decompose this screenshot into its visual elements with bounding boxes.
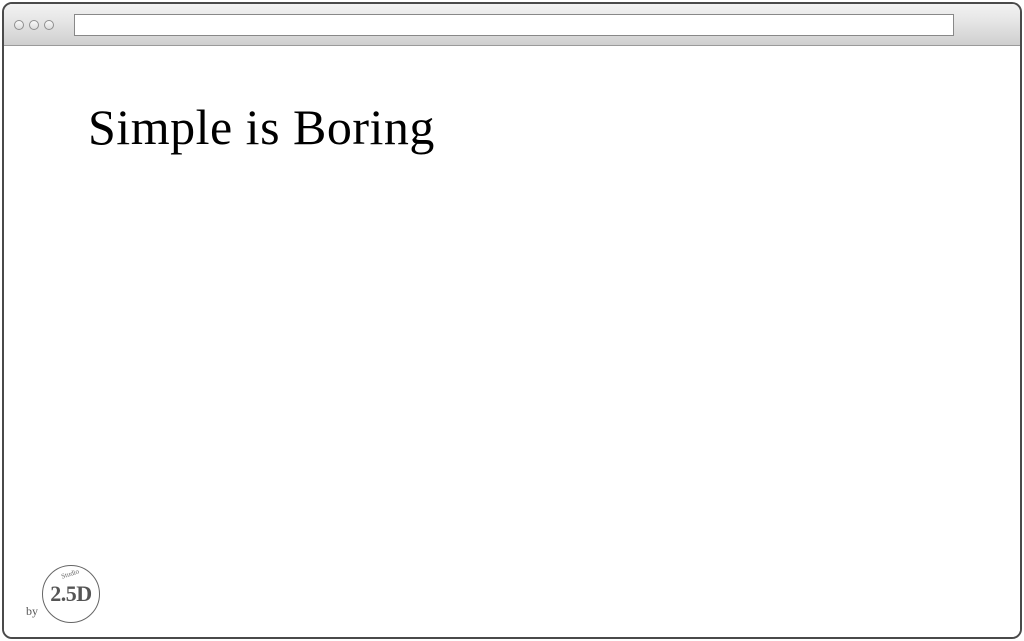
credit-by-label: by [26,604,38,619]
browser-titlebar [4,4,1020,46]
page-headline: Simple is Boring [88,98,936,156]
credit-block: by Studio 2.5D [26,565,100,623]
minimize-window-icon[interactable] [29,20,39,30]
logo-subtext: Studio [60,567,80,580]
maximize-window-icon[interactable] [44,20,54,30]
studio-logo: Studio 2.5D [42,565,100,623]
browser-window: Simple is Boring by Studio 2.5D [2,2,1022,639]
page-content: Simple is Boring by Studio 2.5D [4,46,1020,637]
address-bar[interactable] [74,14,954,36]
logo-main-text: 2.5D [50,581,91,607]
window-controls [14,20,54,30]
close-window-icon[interactable] [14,20,24,30]
